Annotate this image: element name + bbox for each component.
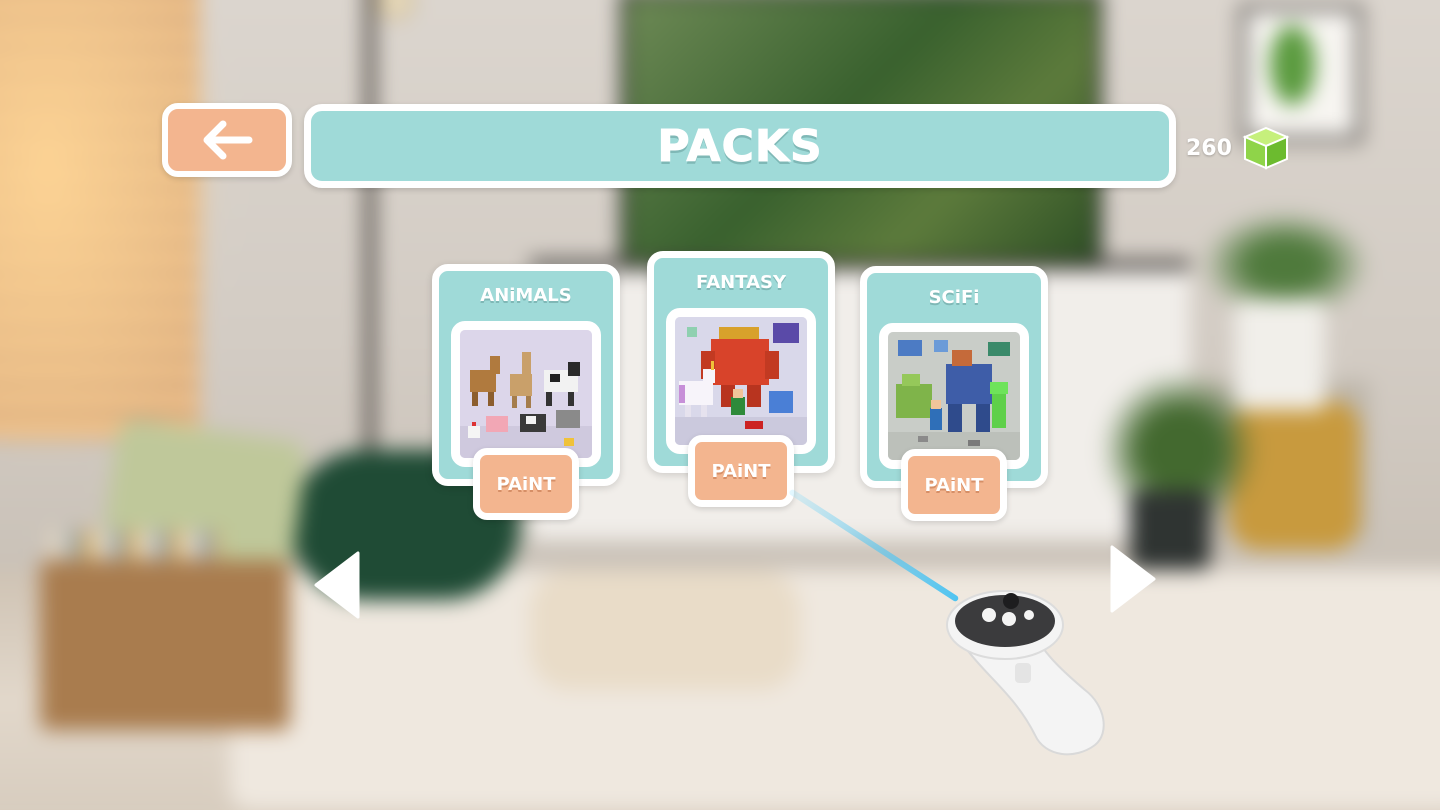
arrow-left-icon	[203, 120, 253, 160]
voxel-fantasy-art	[666, 308, 816, 454]
currency-value: 260	[1186, 135, 1232, 161]
paint-button-animals[interactable]: PAiNT	[473, 448, 579, 520]
paint-button-scifi[interactable]: PAiNT	[901, 449, 1007, 521]
right-triangle-icon[interactable]	[1110, 545, 1158, 613]
pack-title: SCiFi	[928, 287, 980, 308]
voxel-scifi-art	[879, 323, 1029, 469]
title-bar: PACKS	[304, 104, 1176, 188]
currency-display: 260	[1186, 124, 1290, 172]
paint-button-fantasy[interactable]: PAiNT	[688, 435, 794, 507]
green-cube-icon	[1242, 126, 1290, 170]
back-button[interactable]	[162, 103, 292, 177]
left-triangle-icon[interactable]	[312, 551, 360, 619]
voxel-animals-art	[451, 321, 601, 467]
vr-controller-icon	[946, 590, 1105, 756]
pack-title: FANTASY	[695, 272, 787, 293]
pack-title: ANiMALS	[480, 285, 572, 306]
page-title: PACKS	[657, 120, 823, 172]
